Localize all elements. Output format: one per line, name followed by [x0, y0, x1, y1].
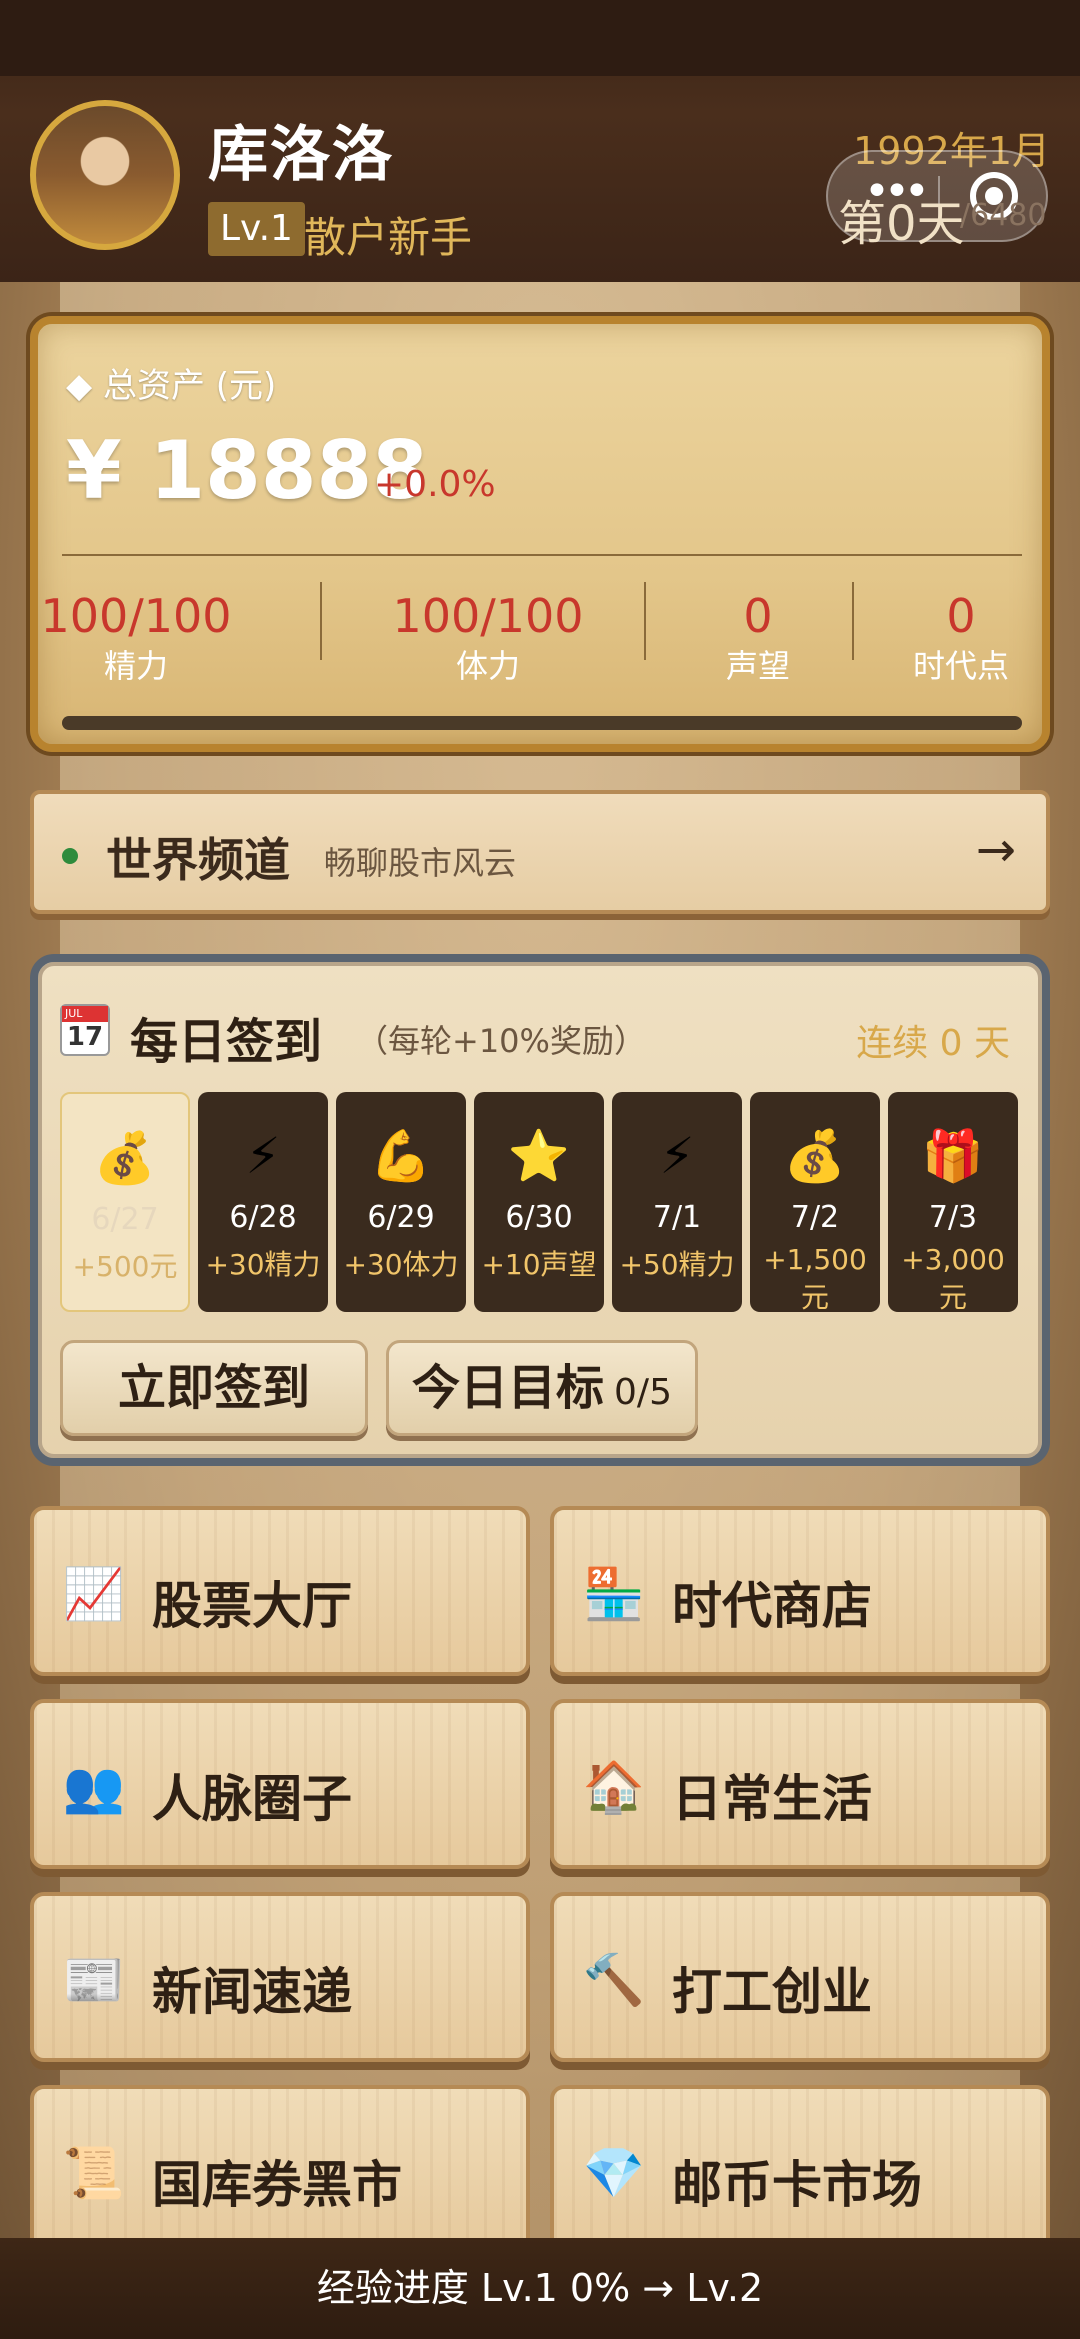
calendar-day: 17 [66, 1022, 104, 1052]
checkin-day-date: 7/1 [652, 1200, 702, 1235]
calendar-icon: JUL 17 [60, 1004, 110, 1056]
checkin-day-cell[interactable]: 💰 6/27 +500元 [60, 1092, 190, 1312]
checkin-day-date: 6/28 [229, 1200, 297, 1235]
world-channel-button[interactable]: 世界频道 畅聊股市风云 → [30, 790, 1050, 914]
exp-progress-text: 经验进度 Lv.1 0% → Lv.2 [316, 2266, 764, 2310]
asset-label: ◆ 总资产 (元) [66, 366, 277, 406]
stat-label: 体力 [455, 647, 520, 685]
work-business-button[interactable]: 🔨 打工创业 [550, 1892, 1050, 2062]
checkin-day-reward: +50精力 [619, 1248, 735, 1281]
daily-goal-label: 今日目标 [412, 1360, 605, 1416]
stamp-coin-card-market-button[interactable]: 💎 邮币卡市场 [550, 2085, 1050, 2255]
checkin-day-cell[interactable]: ⚡ 6/28 +30精力 [198, 1092, 328, 1312]
checkin-streak: 连续 0 天 [856, 1023, 1010, 1064]
checkin-day-reward: +3,000元 [901, 1243, 1005, 1314]
era-store-button[interactable]: 🏪 时代商店 [550, 1506, 1050, 1676]
stat-energy: 100/100 精力 [38, 588, 234, 688]
avatar[interactable] [30, 100, 180, 250]
treasury-black-market-button[interactable]: 📜 国库券黑市 [30, 2085, 530, 2255]
stock-hall-button[interactable]: 📈 股票大厅 [30, 1506, 530, 1676]
checkin-day-date: 6/30 [505, 1200, 573, 1235]
checkin-day-cell[interactable]: 💰 7/2 +1,500元 [750, 1092, 880, 1314]
chart-icon: 📈 [62, 1565, 126, 1623]
checkin-bonus: （每轮+10%奖励） [356, 1022, 646, 1060]
money-bag-icon: 💰 [783, 1127, 847, 1185]
channel-title: 世界频道 [106, 833, 290, 887]
divider [62, 554, 1022, 556]
stat-divider [852, 582, 854, 660]
menu-tile-label: 国库券黑市 [152, 2156, 402, 2214]
stat-stamina: 100/100 体力 [358, 588, 618, 688]
checkin-day-reward: +10声望 [481, 1248, 597, 1281]
sign-in-button[interactable]: 立即签到 [60, 1340, 368, 1436]
status-band [0, 0, 1080, 76]
asset-progress-bar [62, 716, 1022, 730]
people-icon: 👥 [62, 1758, 126, 1816]
checkin-day-date: 6/27 [91, 1202, 159, 1237]
checkin-day-reward: +30体力 [343, 1248, 459, 1281]
checkin-day-cell[interactable]: 💪 6/29 +30体力 [336, 1092, 466, 1312]
menu-tile-label: 股票大厅 [152, 1577, 352, 1635]
checkin-title: 每日签到 [130, 1014, 323, 1070]
daily-life-button[interactable]: 🏠 日常生活 [550, 1699, 1050, 1869]
gem-icon: 💎 [582, 2144, 646, 2202]
exp-progress-bar: 经验进度 Lv.1 0% → Lv.2 [0, 2238, 1080, 2339]
checkin-day-cell[interactable]: ⚡ 7/1 +50精力 [612, 1092, 742, 1312]
channel-subtitle: 畅聊股市风云 [324, 844, 517, 882]
checkin-day-date: 7/2 [790, 1200, 840, 1235]
stat-value: 0 [743, 589, 773, 643]
menu-tile-label: 时代商店 [672, 1577, 872, 1635]
game-day: 第0天 [838, 196, 965, 252]
money-bag-icon: 💰 [93, 1129, 157, 1187]
stat-label: 精力 [103, 647, 168, 685]
news-flash-button[interactable]: 📰 新闻速递 [30, 1892, 530, 2062]
hammer-icon: 🔨 [582, 1951, 646, 2009]
stat-divider [644, 582, 646, 660]
stat-value: 0 [946, 589, 976, 643]
network-circle-button[interactable]: 👥 人脉圈子 [30, 1699, 530, 1869]
player-title: 散户新手 [304, 213, 473, 262]
sign-in-label: 立即签到 [117, 1360, 310, 1416]
stat-divider [320, 582, 322, 660]
stat-label: 声望 [725, 647, 790, 685]
checkin-day-date: 7/3 [928, 1200, 978, 1235]
level-badge: Lv.1 [208, 202, 305, 256]
lightning-icon: ⚡ [659, 1127, 695, 1185]
calendar-month: JUL [62, 1006, 108, 1022]
checkin-day-reward: +1,500元 [763, 1243, 867, 1314]
stat-era-points: 0 时代点 [896, 588, 1026, 688]
star-icon: ⭐ [507, 1127, 571, 1185]
asset-card: ◆ 总资产 (元) ¥ 18888 +0.0% 100/100 精力 100/1… [30, 316, 1050, 752]
checkin-day-reward: +500元 [72, 1250, 178, 1283]
online-dot-icon [62, 848, 78, 864]
menu-tile-label: 人脉圈子 [152, 1770, 352, 1828]
checkin-day-cell[interactable]: 🎁 7/3 +3,000元 [888, 1092, 1018, 1314]
daily-goal-button[interactable]: 今日目标 0/5 [386, 1340, 698, 1436]
menu-tile-label: 新闻速递 [152, 1963, 352, 2021]
header-bar: 库洛洛 Lv.1 散户新手 1992年1月 ••• 第0天 /6480 [0, 0, 1080, 282]
username: 库洛洛 [208, 120, 394, 190]
checkin-day-reward: +30精力 [205, 1248, 321, 1281]
house-icon: 🏠 [582, 1758, 646, 1816]
menu-tile-label: 邮币卡市场 [672, 2156, 922, 2214]
checkin-day-date: 6/29 [367, 1200, 435, 1235]
scroll-icon: 📜 [62, 2144, 126, 2202]
game-day-total: /6480 [960, 198, 1047, 233]
gift-icon: 🎁 [921, 1127, 985, 1185]
lightning-icon: ⚡ [245, 1127, 281, 1185]
muscle-icon: 💪 [369, 1127, 433, 1185]
checkin-day-cell[interactable]: ⭐ 6/30 +10声望 [474, 1092, 604, 1312]
daily-goal-progress: 0/5 [614, 1372, 672, 1413]
menu-tile-label: 打工创业 [672, 1963, 872, 2021]
daily-checkin-panel: JUL 17 每日签到 （每轮+10%奖励） 连续 0 天 💰 6/27 +500元… [30, 954, 1050, 1466]
store-icon: 🏪 [582, 1565, 646, 1623]
asset-change: +0.0% [374, 464, 496, 505]
newspaper-icon: 📰 [62, 1951, 126, 2009]
stat-value: 100/100 [392, 589, 584, 643]
stat-label: 时代点 [912, 647, 1009, 685]
stat-reputation: 0 声望 [698, 588, 818, 688]
arrow-right-icon: → [975, 822, 1016, 878]
stat-value: 100/100 [40, 589, 232, 643]
menu-tile-label: 日常生活 [672, 1770, 872, 1828]
